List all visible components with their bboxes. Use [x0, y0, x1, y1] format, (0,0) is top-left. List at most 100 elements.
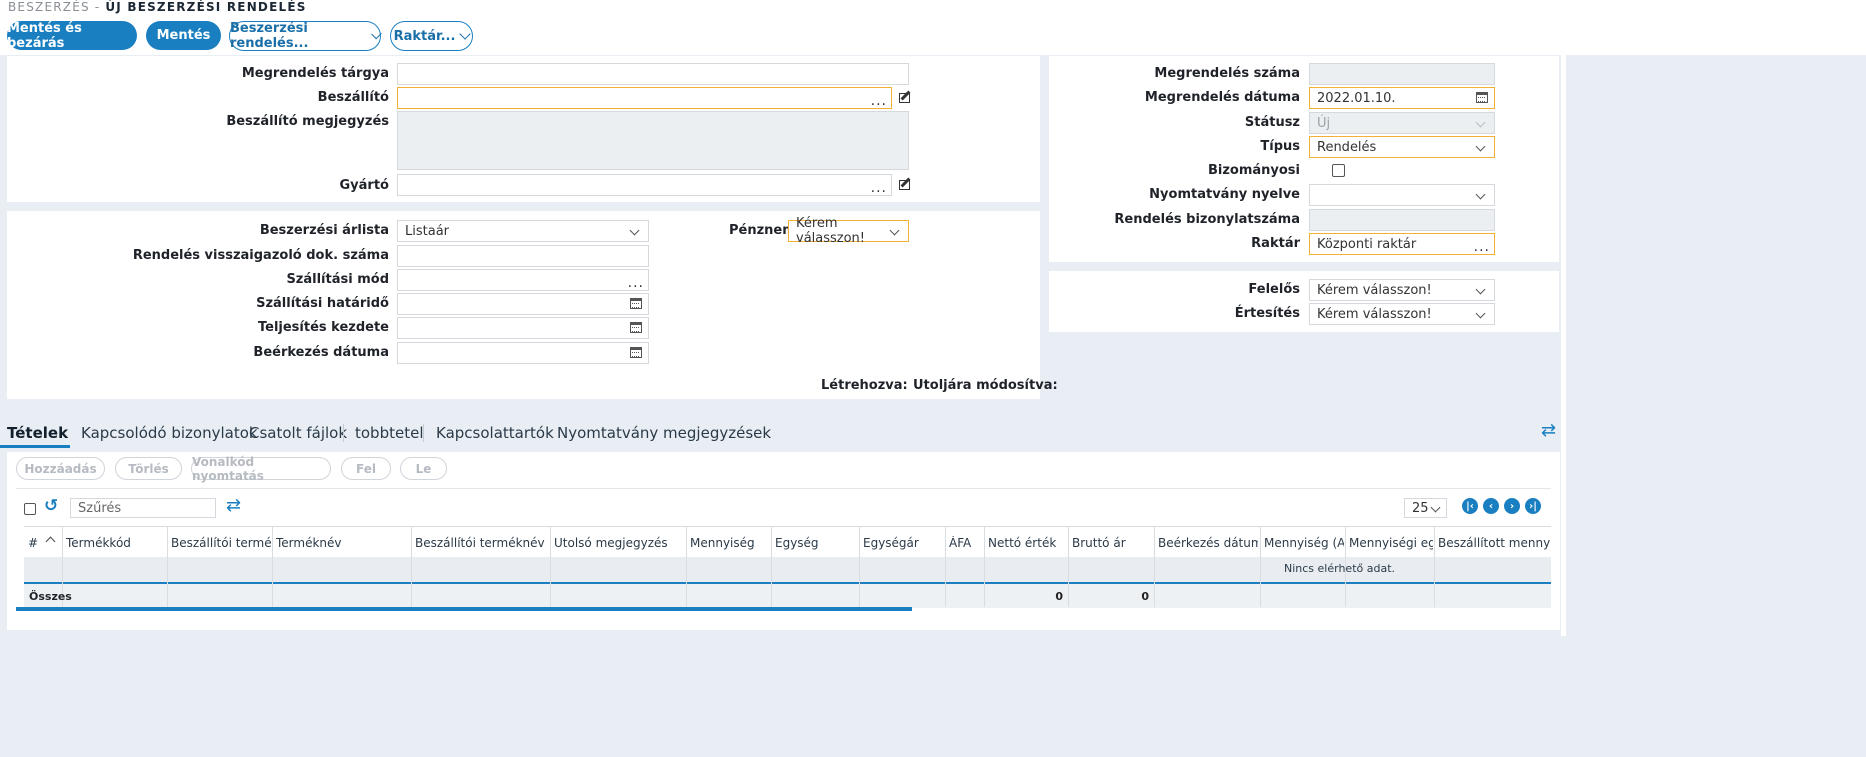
tab-multiple-items[interactable]: tobbtetel [355, 424, 424, 442]
add-button[interactable]: Hozzáadás [16, 457, 105, 480]
consignment-checkbox[interactable] [1332, 164, 1345, 177]
supplier-note-textarea[interactable] [397, 111, 909, 170]
column-divider [1434, 527, 1435, 607]
warehouse-input[interactable]: Központi raktár ... [1309, 233, 1495, 255]
more-dots-icon[interactable]: ... [1474, 240, 1490, 254]
calendar-icon[interactable] [630, 298, 642, 309]
last-page-icon[interactable]: ›| [1525, 498, 1541, 514]
grid-footer [24, 584, 1551, 608]
breadcrumb-parent[interactable]: Beszerzés - [8, 0, 100, 14]
column-header-quantity-unit[interactable]: Mennyiségi egység [1349, 536, 1433, 550]
warehouse-menu-button[interactable]: Raktár... [390, 21, 473, 51]
more-dots-icon[interactable]: ... [871, 94, 887, 108]
column-header-product-code[interactable]: Termékkód [66, 536, 164, 550]
supplier-input[interactable]: ... [397, 87, 892, 109]
confirm-doc-input[interactable] [397, 245, 649, 267]
tab-contacts[interactable]: Kapcsolattartók [436, 424, 554, 442]
move-up-button[interactable]: Fel [341, 457, 391, 480]
price-list-label: Beszerzési árlista [259, 223, 389, 238]
swap-arrows-icon[interactable]: ⇄ [226, 497, 241, 515]
column-header-gross-price[interactable]: Bruttó ár [1072, 536, 1152, 550]
manufacturer-input[interactable]: ... [397, 174, 892, 196]
more-dots-icon[interactable]: ... [871, 181, 887, 195]
subject-input[interactable] [397, 63, 909, 85]
type-select[interactable]: Rendelés [1309, 136, 1495, 158]
calendar-icon[interactable] [1476, 92, 1488, 103]
divider [16, 488, 1551, 489]
first-page-icon[interactable]: |‹ [1462, 498, 1478, 514]
no-data-message: Nincs elérhető adat. [1284, 562, 1396, 575]
select-all-checkbox[interactable] [24, 503, 36, 515]
column-header-vat[interactable]: ÁFA [949, 536, 983, 550]
order-number-input [1309, 63, 1495, 85]
swap-arrows-icon[interactable]: ⇄ [1541, 422, 1556, 440]
notify-select[interactable]: Kérem válasszon! [1309, 303, 1495, 325]
save-and-close-button[interactable]: Mentés és bezárás [7, 21, 137, 51]
shipping-deadline-input[interactable] [397, 293, 649, 315]
grid-header-top-border [24, 526, 1551, 527]
tab-separator [423, 424, 424, 442]
previous-page-icon[interactable]: ‹ [1483, 498, 1499, 514]
column-header-net-value[interactable]: Nettó érték [988, 536, 1066, 550]
total-gross-value: 0 [1141, 590, 1149, 603]
next-page-icon[interactable]: › [1504, 498, 1520, 514]
filter-input[interactable]: Szűrés [70, 498, 216, 518]
print-language-select[interactable] [1309, 184, 1495, 206]
save-button[interactable]: Mentés [146, 21, 221, 50]
responsible-value: Kérem válasszon! [1317, 282, 1432, 298]
edit-icon[interactable] [899, 180, 910, 190]
column-header-unit[interactable]: Egység [775, 536, 855, 550]
warehouse-menu-label: Raktár... [393, 28, 456, 44]
fulfillment-start-input[interactable] [397, 317, 649, 339]
purchase-order-menu-button[interactable]: Beszerzési rendelés... [229, 21, 382, 51]
tab-print-notes[interactable]: Nyomtatvány megjegyzések [557, 424, 771, 442]
chevron-down-icon [371, 28, 382, 40]
column-divider [272, 527, 273, 607]
chevron-down-icon [1475, 189, 1486, 200]
barcode-print-button[interactable]: Vonalkód nyomtatás [191, 455, 331, 483]
supplier-label: Beszállító [317, 90, 389, 105]
tab-related-documents[interactable]: Kapcsolódó bizonylatok [81, 424, 258, 442]
type-label: Típus [1260, 139, 1300, 154]
arrival-date-input[interactable] [397, 342, 649, 364]
status-label: Státusz [1244, 115, 1300, 130]
tab-attached-files[interactable]: Csatolt fájlok [249, 424, 347, 442]
tab-items[interactable]: Tételek [7, 424, 68, 442]
calendar-icon[interactable] [630, 322, 642, 333]
column-header-supplier-product-code[interactable]: Beszállítói termékkód [171, 536, 271, 550]
chevron-down-icon [629, 225, 640, 236]
shipping-mode-input[interactable]: ... [397, 269, 649, 291]
move-down-button[interactable]: Le [400, 457, 447, 480]
column-header-unit-price[interactable]: Egységár [863, 536, 943, 550]
responsible-select[interactable]: Kérem válasszon! [1309, 279, 1495, 301]
price-list-select[interactable]: Listaár [397, 220, 649, 242]
column-divider [984, 527, 985, 607]
column-header-arrival-date[interactable]: Beérkezés dátuma [1158, 536, 1258, 550]
column-header-quantity[interactable]: Mennyiség [690, 536, 768, 550]
modified-label: Utoljára módosítva: [913, 378, 1058, 393]
breadcrumb: Beszerzés - Új beszerzési rendelés [8, 0, 307, 14]
page-size-value: 25 [1412, 500, 1429, 516]
horizontal-scrollbar[interactable] [16, 607, 912, 611]
column-header-product-name[interactable]: Terméknév [276, 536, 408, 550]
calendar-icon[interactable] [630, 347, 642, 358]
currency-select[interactable]: Kérem válasszon! [788, 216, 909, 246]
order-date-label: Megrendelés dátuma [1144, 90, 1300, 105]
vertical-scrollbar[interactable] [1561, 46, 1566, 636]
column-header-supplier-product-name[interactable]: Beszállítói terméknév [415, 536, 547, 550]
edit-icon[interactable] [899, 93, 910, 103]
notify-label: Értesítés [1234, 306, 1300, 321]
order-date-input[interactable]: 2022.01.10. [1309, 87, 1495, 109]
column-header-last-note[interactable]: Utolsó megjegyzés [554, 536, 684, 550]
column-header-base-quantity[interactable]: Mennyiség (Alap egység) [1264, 536, 1344, 550]
column-divider [771, 527, 772, 607]
column-header-delivered-quantity[interactable]: Beszállított mennyiség [1438, 536, 1551, 550]
chevron-down-icon [1475, 284, 1486, 295]
shipping-mode-label: Szállítási mód [286, 272, 389, 287]
page-size-select[interactable]: 25 [1404, 498, 1447, 518]
delete-button[interactable]: Törlés [115, 457, 182, 480]
refresh-icon[interactable]: ↺ [44, 498, 58, 515]
chevron-down-icon [1475, 308, 1486, 319]
more-dots-icon[interactable]: ... [628, 276, 644, 290]
column-header-index[interactable]: # [28, 536, 44, 550]
